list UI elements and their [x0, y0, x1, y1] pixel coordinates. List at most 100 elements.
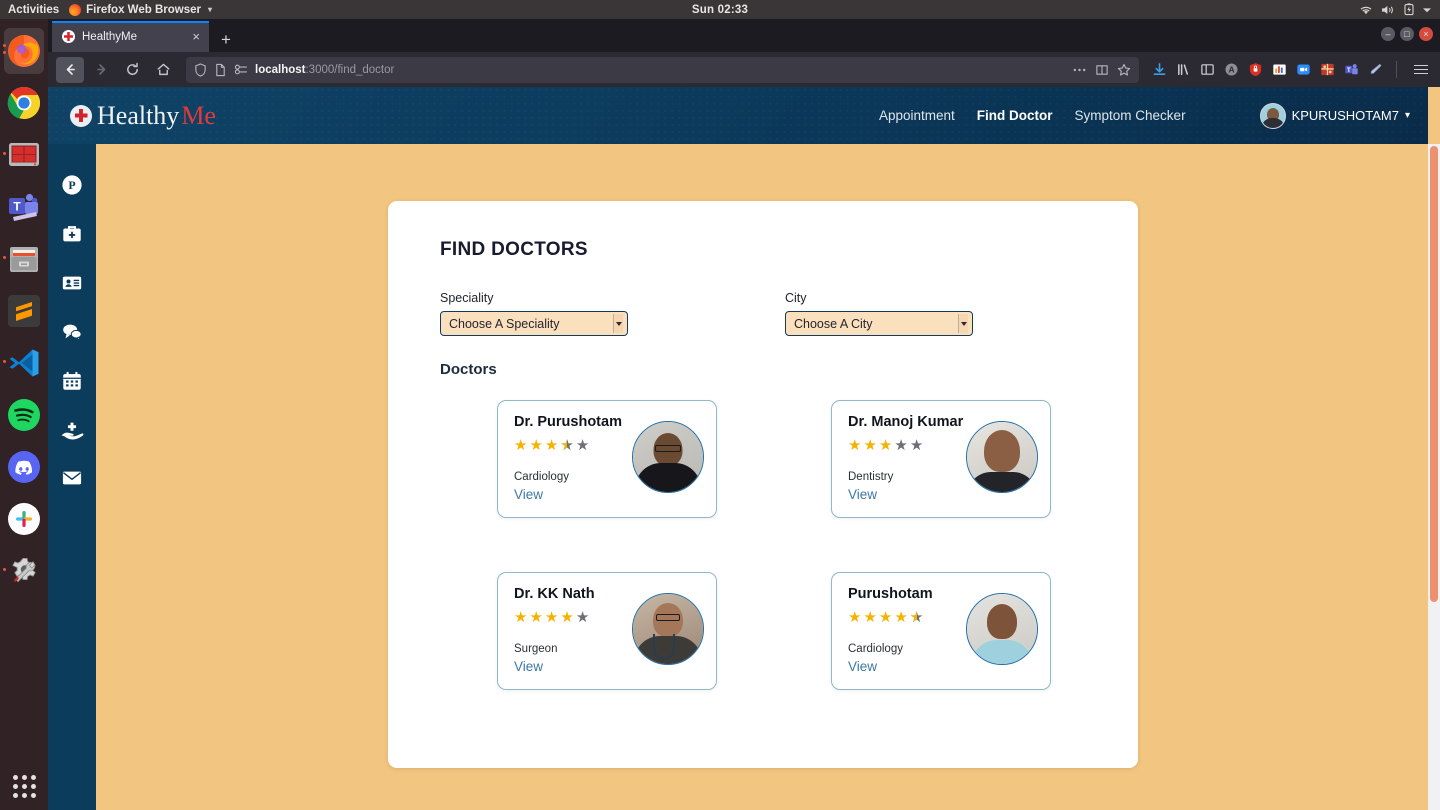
chevron-down-icon: ▾: [1404, 110, 1410, 121]
medical-cross-icon: [70, 104, 92, 127]
activities-button[interactable]: Activities: [0, 4, 69, 16]
id-card-icon[interactable]: [61, 272, 83, 294]
shield-icon[interactable]: [194, 62, 207, 77]
doctor-photo: [966, 421, 1038, 493]
tab-healthyme[interactable]: HealthyMe ×: [52, 21, 209, 52]
gnome-top-bar: Activities Firefox Web Browser ▾ Sun 02:…: [0, 0, 1440, 19]
analytics-extension-icon[interactable]: [1272, 62, 1287, 77]
account-icon[interactable]: A: [1224, 62, 1239, 77]
city-select[interactable]: Choose A City: [785, 311, 973, 336]
teams-icon: T: [9, 193, 38, 221]
show-applications-button[interactable]: [12, 775, 36, 798]
dock-item-firefox[interactable]: [2, 25, 46, 77]
forward-button[interactable]: [87, 57, 115, 83]
envelope-icon[interactable]: [61, 468, 83, 488]
teams-extension-icon[interactable]: T: [1344, 62, 1359, 77]
user-menu[interactable]: KPURUSHOTAM7 ▾: [1259, 102, 1410, 129]
doctor-card[interactable]: Dr. Manoj Kumar ★ ★ ★ ★ ★ Dentistry View: [831, 400, 1051, 518]
permissions-icon[interactable]: [234, 63, 248, 76]
dock-item-spotify[interactable]: [2, 389, 46, 441]
calendar-icon[interactable]: [61, 370, 83, 392]
dock-item-slack[interactable]: [2, 493, 46, 545]
running-indicator: [3, 568, 6, 571]
chevron-down-icon: [958, 314, 968, 333]
clock[interactable]: Sun 02:33: [0, 4, 1440, 16]
back-button[interactable]: [56, 56, 84, 83]
speciality-label: Speciality: [440, 291, 494, 305]
discord-icon: [8, 451, 40, 483]
browser-toolbar: localhost:3000/find_doctor A T: [48, 52, 1440, 87]
doctor-card[interactable]: Dr. KK Nath ★ ★ ★ ★ ★ Surgeon View: [497, 572, 717, 690]
dock-item-discord[interactable]: [2, 441, 46, 493]
main-navigation[interactable]: Appointment Find Doctor Symptom Checker …: [879, 102, 1410, 129]
page-icon[interactable]: [214, 63, 227, 77]
dock-item-sublime[interactable]: [2, 285, 46, 337]
filter-row: Speciality Choose A Speciality City Choo…: [440, 291, 1104, 336]
close-tab-icon[interactable]: ×: [190, 30, 202, 43]
chrome-icon: [7, 86, 41, 120]
medical-bag-icon[interactable]: [61, 223, 83, 245]
dock-item-files[interactable]: [2, 233, 46, 285]
downloads-icon[interactable]: [1152, 62, 1167, 77]
doctor-photo: [966, 593, 1038, 665]
speciality-select[interactable]: Choose A Speciality: [440, 311, 628, 336]
bookmark-star-icon[interactable]: [1117, 63, 1131, 77]
nav-link-find-doctor[interactable]: Find Doctor: [977, 108, 1053, 123]
url-bar-actions[interactable]: [1072, 63, 1131, 77]
minimize-button[interactable]: –: [1381, 27, 1395, 41]
dock-item-remote-desktop[interactable]: [2, 129, 46, 181]
site-logo[interactable]: Healthy Me: [70, 100, 216, 130]
close-window-button[interactable]: ×: [1419, 27, 1433, 41]
library-icon[interactable]: [1176, 62, 1191, 77]
highlighter-extension-icon[interactable]: [1368, 62, 1383, 77]
side-rail[interactable]: P: [48, 144, 96, 810]
doctor-photo: [632, 421, 704, 493]
window-controls[interactable]: – □ ×: [1381, 27, 1433, 41]
doctor-cards-grid: Dr. Purushotam ★ ★ ★ ★ ★ Cardiology View: [497, 400, 1104, 690]
chat-bubbles-icon[interactable]: [61, 321, 83, 343]
profile-circle-icon[interactable]: P: [61, 174, 83, 196]
dock-item-settings-tools[interactable]: [2, 545, 46, 597]
zoom-extension-icon[interactable]: [1296, 62, 1311, 77]
tab-strip: HealthyMe × + – □ ×: [48, 19, 1440, 52]
svg-text:A: A: [1228, 65, 1234, 75]
running-indicator: [3, 256, 6, 259]
sublime-icon: [8, 295, 40, 327]
app-menu-icon[interactable]: [1410, 64, 1432, 75]
hand-care-icon[interactable]: [60, 419, 84, 441]
dock-item-vscode[interactable]: [2, 337, 46, 389]
doctor-card[interactable]: Dr. Purushotam ★ ★ ★ ★ ★ Cardiology View: [497, 400, 717, 518]
nav-link-appointment[interactable]: Appointment: [879, 108, 955, 123]
gift-extension-icon[interactable]: [1320, 62, 1335, 77]
reader-icon[interactable]: [1095, 63, 1109, 77]
dock-item-teams[interactable]: T: [2, 181, 46, 233]
firefox-icon: [8, 35, 40, 67]
spotify-icon: [8, 399, 40, 431]
running-indicator: [3, 44, 6, 47]
system-tray[interactable]: [1359, 3, 1440, 16]
ellipsis-icon[interactable]: [1072, 63, 1087, 77]
new-tab-button[interactable]: +: [209, 31, 241, 52]
scrollbar-thumb[interactable]: [1430, 146, 1438, 602]
files-icon: [10, 247, 38, 272]
url-bar[interactable]: localhost:3000/find_doctor: [186, 56, 1139, 83]
running-indicator: [3, 51, 6, 54]
dock-item-chrome[interactable]: [2, 77, 46, 129]
doctor-card[interactable]: Purushotam ★ ★ ★ ★ ★ Cardiology View: [831, 572, 1051, 690]
maximize-button[interactable]: □: [1400, 27, 1414, 41]
ubuntu-dock[interactable]: T: [0, 19, 48, 810]
logo-text-me: Me: [181, 100, 216, 130]
extensions-toolbar[interactable]: A T: [1148, 61, 1432, 78]
firefox-window: HealthyMe × + – □ × localhost:3000/find_…: [48, 19, 1440, 810]
app-menu-firefox[interactable]: Firefox Web Browser ▾: [69, 3, 212, 16]
url-text: localhost:3000/find_doctor: [255, 64, 394, 76]
password-manager-icon[interactable]: [1248, 62, 1263, 77]
home-button[interactable]: [149, 57, 177, 83]
reload-button[interactable]: [118, 57, 146, 83]
sidebar-icon[interactable]: [1200, 62, 1215, 77]
scrollbar-track[interactable]: [1428, 144, 1440, 810]
nav-link-symptom-checker[interactable]: Symptom Checker: [1075, 108, 1186, 123]
toolbar-divider: [1396, 61, 1397, 78]
page-scroll-area: P FIND DOCTORS Speciality Choose A Speci…: [48, 144, 1440, 810]
page-viewport: Healthy Me Appointment Find Doctor Sympto…: [48, 87, 1440, 810]
